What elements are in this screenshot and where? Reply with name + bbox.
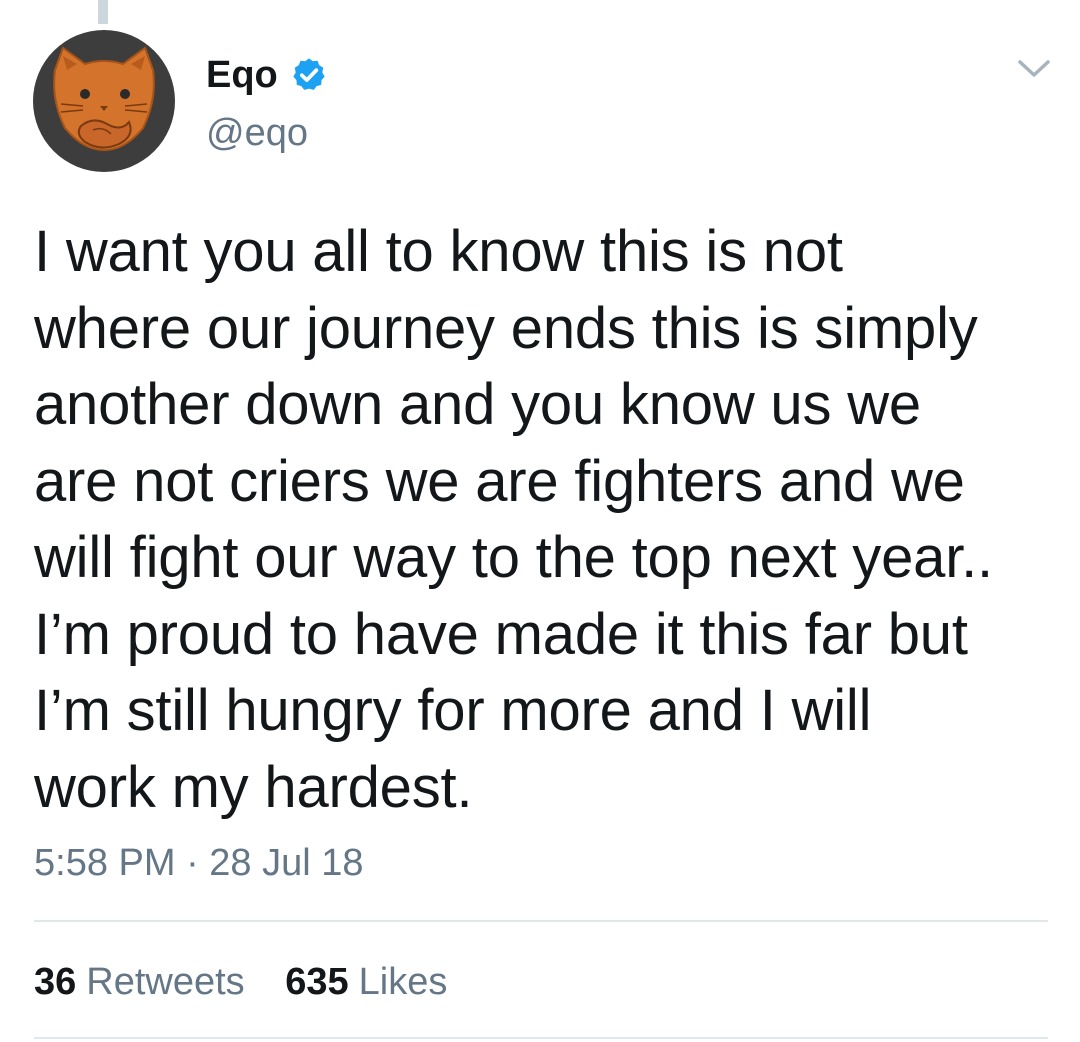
divider: [34, 1037, 1048, 1039]
author-handle[interactable]: @eqo: [206, 110, 308, 156]
avatar[interactable]: [33, 30, 175, 172]
tweet-timestamp[interactable]: 5:58 PM · 28 Jul 18: [34, 840, 364, 886]
author-display-name[interactable]: Eqo: [206, 52, 278, 98]
chevron-down-icon[interactable]: [1016, 56, 1052, 82]
thread-connector-line: [98, 0, 108, 24]
retweets-label: Retweets: [86, 961, 245, 1003]
retweets-stat[interactable]: 36 Retweets: [34, 958, 245, 1006]
tweet-text: I want you all to know this is not where…: [34, 219, 993, 820]
likes-label: Likes: [358, 961, 448, 1003]
tweet-stats: 36 Retweets 635 Likes: [34, 958, 477, 1006]
verified-badge-icon: [293, 58, 325, 90]
likes-count: 635: [285, 961, 349, 1003]
orange-cat-face-icon: [53, 46, 155, 152]
retweets-count: 36: [34, 961, 77, 1003]
divider: [34, 920, 1048, 922]
likes-stat[interactable]: 635 Likes: [285, 958, 447, 1006]
